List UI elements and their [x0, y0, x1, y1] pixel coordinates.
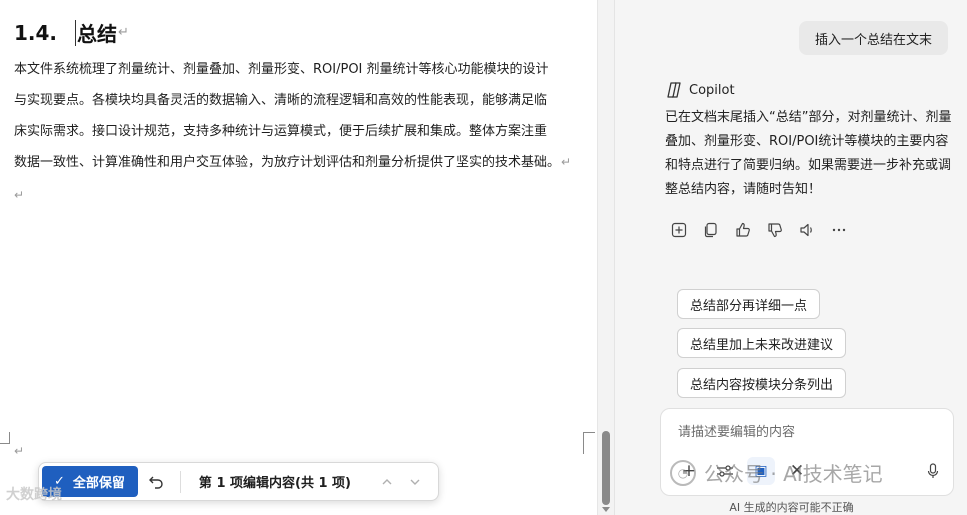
text-cursor — [75, 19, 77, 46]
paragraph-mark: ↵ — [14, 188, 25, 202]
summary-paragraph[interactable]: 本文件系统梳理了剂量统计、剂量叠加、剂量形变、ROI/POI 剂量统计等核心功能… — [14, 54, 594, 178]
assistant-header: Copilot — [665, 81, 735, 99]
undo-button[interactable] — [138, 466, 174, 497]
chevron-up-icon — [382, 478, 392, 484]
document-canvas[interactable]: 1.4. 总结 ↵ 本文件系统梳理了剂量统计、剂量叠加、剂量形变、ROI/POI… — [0, 0, 597, 515]
paragraph-mark: ↵ — [561, 155, 572, 169]
previous-edit-button[interactable] — [373, 466, 401, 497]
thumbs-up-icon[interactable] — [731, 219, 755, 241]
review-toolbar: ✓ 全部保留 第 1 项编辑内容(共 1 项) — [38, 462, 439, 501]
suggestion-chip[interactable]: 总结部分再详细一点 — [677, 289, 821, 319]
scrollbar-thumb[interactable] — [602, 431, 610, 505]
suggestion-chip[interactable]: 总结里加上未来改进建议 — [677, 328, 847, 358]
body-line-text: 数据一致性、计算准确性和用户交互体验，为放疗计划评估和剂量分析提供了坚实的技术基… — [14, 155, 561, 170]
body-line: 数据一致性、计算准确性和用户交互体验，为放疗计划评估和剂量分析提供了坚实的技术基… — [14, 147, 594, 178]
body-line: 床实际需求。接口设计规范，支持多种统计与运算模式，便于后续扩展和集成。整体方案注… — [14, 124, 548, 139]
copy-icon[interactable] — [699, 219, 723, 241]
page-margin-marker — [583, 432, 595, 454]
next-edit-button[interactable] — [401, 466, 429, 497]
chevron-down-icon — [410, 479, 420, 485]
read-aloud-icon[interactable] — [795, 219, 819, 241]
body-line: 与实现要点。各模块均具备灵活的数据输入、清晰的流程逻辑和高效的性能表现，能够满足… — [14, 93, 548, 108]
composer-input[interactable]: 请描述要编辑的内容 — [678, 421, 795, 440]
watermark-left: 大数跨境 — [6, 487, 62, 503]
heading-number: 1.4. — [14, 20, 58, 45]
paragraph-mark: ↵ — [14, 444, 25, 458]
toolbar-divider — [179, 470, 181, 493]
watermark-right-text: 公众号 · AI技术笔记 — [704, 462, 883, 486]
copilot-pane: 插入一个总结在文末 Copilot 已在文档末尾插入“总结”部分，对剂量统计、剂… — [614, 0, 967, 515]
document-scrollbar[interactable] — [597, 0, 614, 515]
ai-disclaimer: AI 生成的内容可能不正确 — [729, 501, 854, 514]
assistant-reply: 已在文档末尾插入“总结”部分，对剂量统计、剂量叠加、剂量形变、ROI/POI统计… — [665, 110, 952, 197]
wechat-icon: ◔ — [670, 459, 696, 486]
keep-all-label: 全部保留 — [72, 476, 125, 491]
reply-actions — [667, 219, 859, 241]
assistant-name: Copilot — [689, 82, 735, 98]
microphone-icon — [927, 463, 939, 478]
paragraph-mark: ↵ — [118, 25, 129, 40]
suggestion-chip[interactable]: 总结内容按模块分条列出 — [677, 368, 847, 398]
scroll-down-arrow[interactable] — [602, 507, 610, 512]
insert-icon[interactable] — [667, 219, 691, 241]
watermark-right: ◔ 公众号 · AI技术笔记 — [670, 458, 883, 487]
copilot-logo-icon — [667, 82, 681, 98]
edit-count-label: 第 1 项编辑内容(共 1 项) — [198, 476, 351, 491]
heading-text: 总结 — [77, 22, 118, 46]
thumbs-down-icon[interactable] — [763, 219, 787, 241]
page-margin-marker — [0, 432, 10, 444]
undo-icon — [148, 476, 163, 489]
heading-1-4[interactable]: 1.4. 总结 ↵ — [14, 18, 129, 47]
more-icon[interactable] — [827, 219, 851, 241]
body-line: 本文件系统梳理了剂量统计、剂量叠加、剂量形变、ROI/POI 剂量统计等核心功能… — [14, 62, 549, 77]
user-message-bubble: 插入一个总结在文末 — [798, 21, 948, 55]
microphone-button[interactable] — [927, 457, 939, 485]
